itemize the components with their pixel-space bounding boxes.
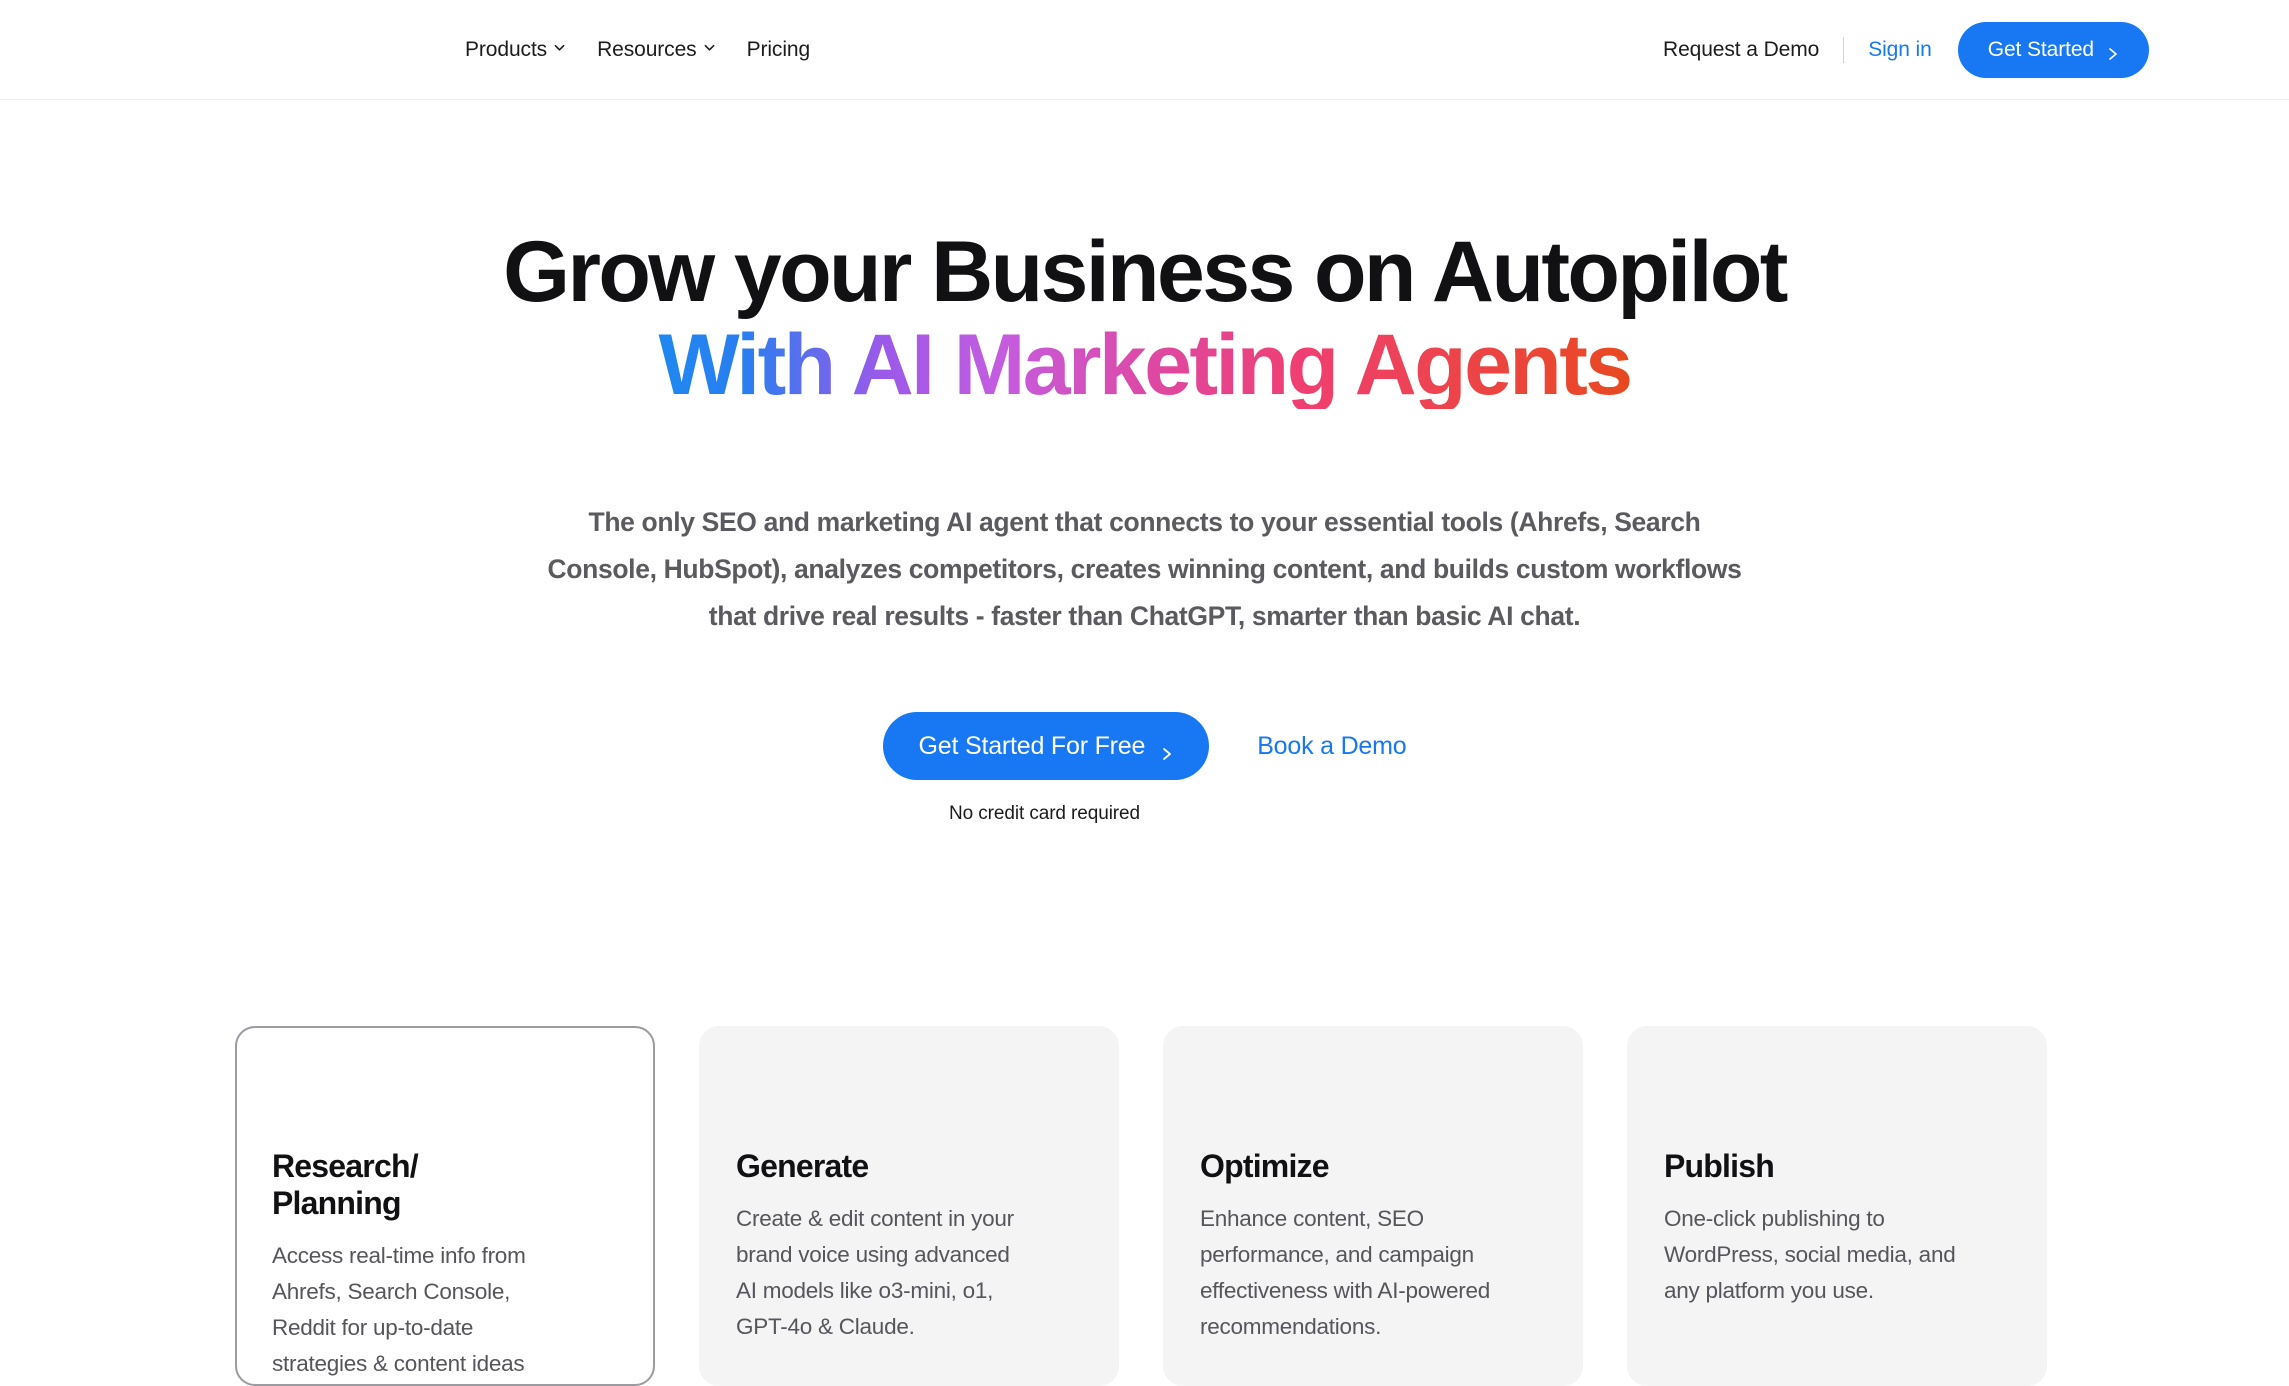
get-started-for-free-button[interactable]: Get Started For Free	[882, 712, 1210, 781]
header-actions: Request a Demo Sign in Get Started	[1663, 0, 2149, 99]
card-description: Create & edit content in your brand voic…	[736, 1206, 1014, 1340]
chevron-right-icon	[2107, 43, 2119, 60]
site-header: Products Resources Pricing Request a Dem…	[0, 0, 2289, 100]
request-a-demo-link[interactable]: Request a Demo	[1663, 38, 1819, 62]
feature-cards: Research/ Planning Access real-time info…	[235, 1026, 2047, 1386]
card-title: Publish	[1664, 1148, 1775, 1184]
page-title-gradient: With AI Marketing Agents	[658, 316, 1633, 413]
card-title: Optimize	[1200, 1148, 1330, 1184]
header-divider	[1843, 36, 1845, 63]
hero-subheadline: The only SEO and marketing AI agent that…	[547, 507, 1742, 632]
feature-card-research-planning[interactable]: Research/ Planning Access real-time info…	[235, 1026, 655, 1386]
get-started-button[interactable]: Get Started	[1957, 21, 2149, 78]
card-description: Enhance content, SEO performance, and ca…	[1200, 1206, 1490, 1340]
sign-in-link[interactable]: Sign in	[1868, 38, 1932, 62]
nav-item-label: Resources	[597, 37, 697, 61]
page-title: Grow your Business on Autopilot	[503, 224, 1788, 320]
nav-item-pricing[interactable]: Pricing	[747, 38, 811, 62]
nav-item-resources[interactable]: Resources	[597, 38, 714, 62]
feature-card-generate[interactable]: Generate Create & edit content in your b…	[699, 1026, 1119, 1386]
chevron-right-icon	[1161, 739, 1173, 761]
feature-card-optimize[interactable]: Optimize Enhance content, SEO performanc…	[1163, 1026, 1583, 1386]
get-started-label: Get Started	[1987, 37, 2094, 61]
no-credit-card-note: No credit card required	[949, 803, 1140, 825]
hero-section: Grow your Business on Autopilot With AI …	[0, 100, 2289, 825]
primary-cta-label: Get Started For Free	[918, 731, 1146, 760]
card-title: Generate	[736, 1148, 869, 1184]
nav-item-products[interactable]: Products	[465, 38, 565, 62]
primary-navigation: Products Resources Pricing	[465, 0, 810, 99]
feature-card-publish[interactable]: Publish One-click publishing to WordPres…	[1627, 1026, 2047, 1386]
hero-cta-row: Get Started For Free Book a Demo	[0, 712, 2289, 781]
card-title: Research/ Planning	[272, 1148, 419, 1222]
nav-item-label: Products	[465, 37, 548, 61]
card-description: One-click publishing to WordPress, socia…	[1664, 1206, 1956, 1304]
chevron-down-icon	[704, 42, 715, 53]
card-description: Access real-time info from Ahrefs, Searc…	[272, 1243, 526, 1377]
book-a-demo-link[interactable]: Book a Demo	[1257, 732, 1406, 761]
chevron-down-icon	[554, 42, 565, 53]
nav-item-label: Pricing	[746, 37, 811, 61]
